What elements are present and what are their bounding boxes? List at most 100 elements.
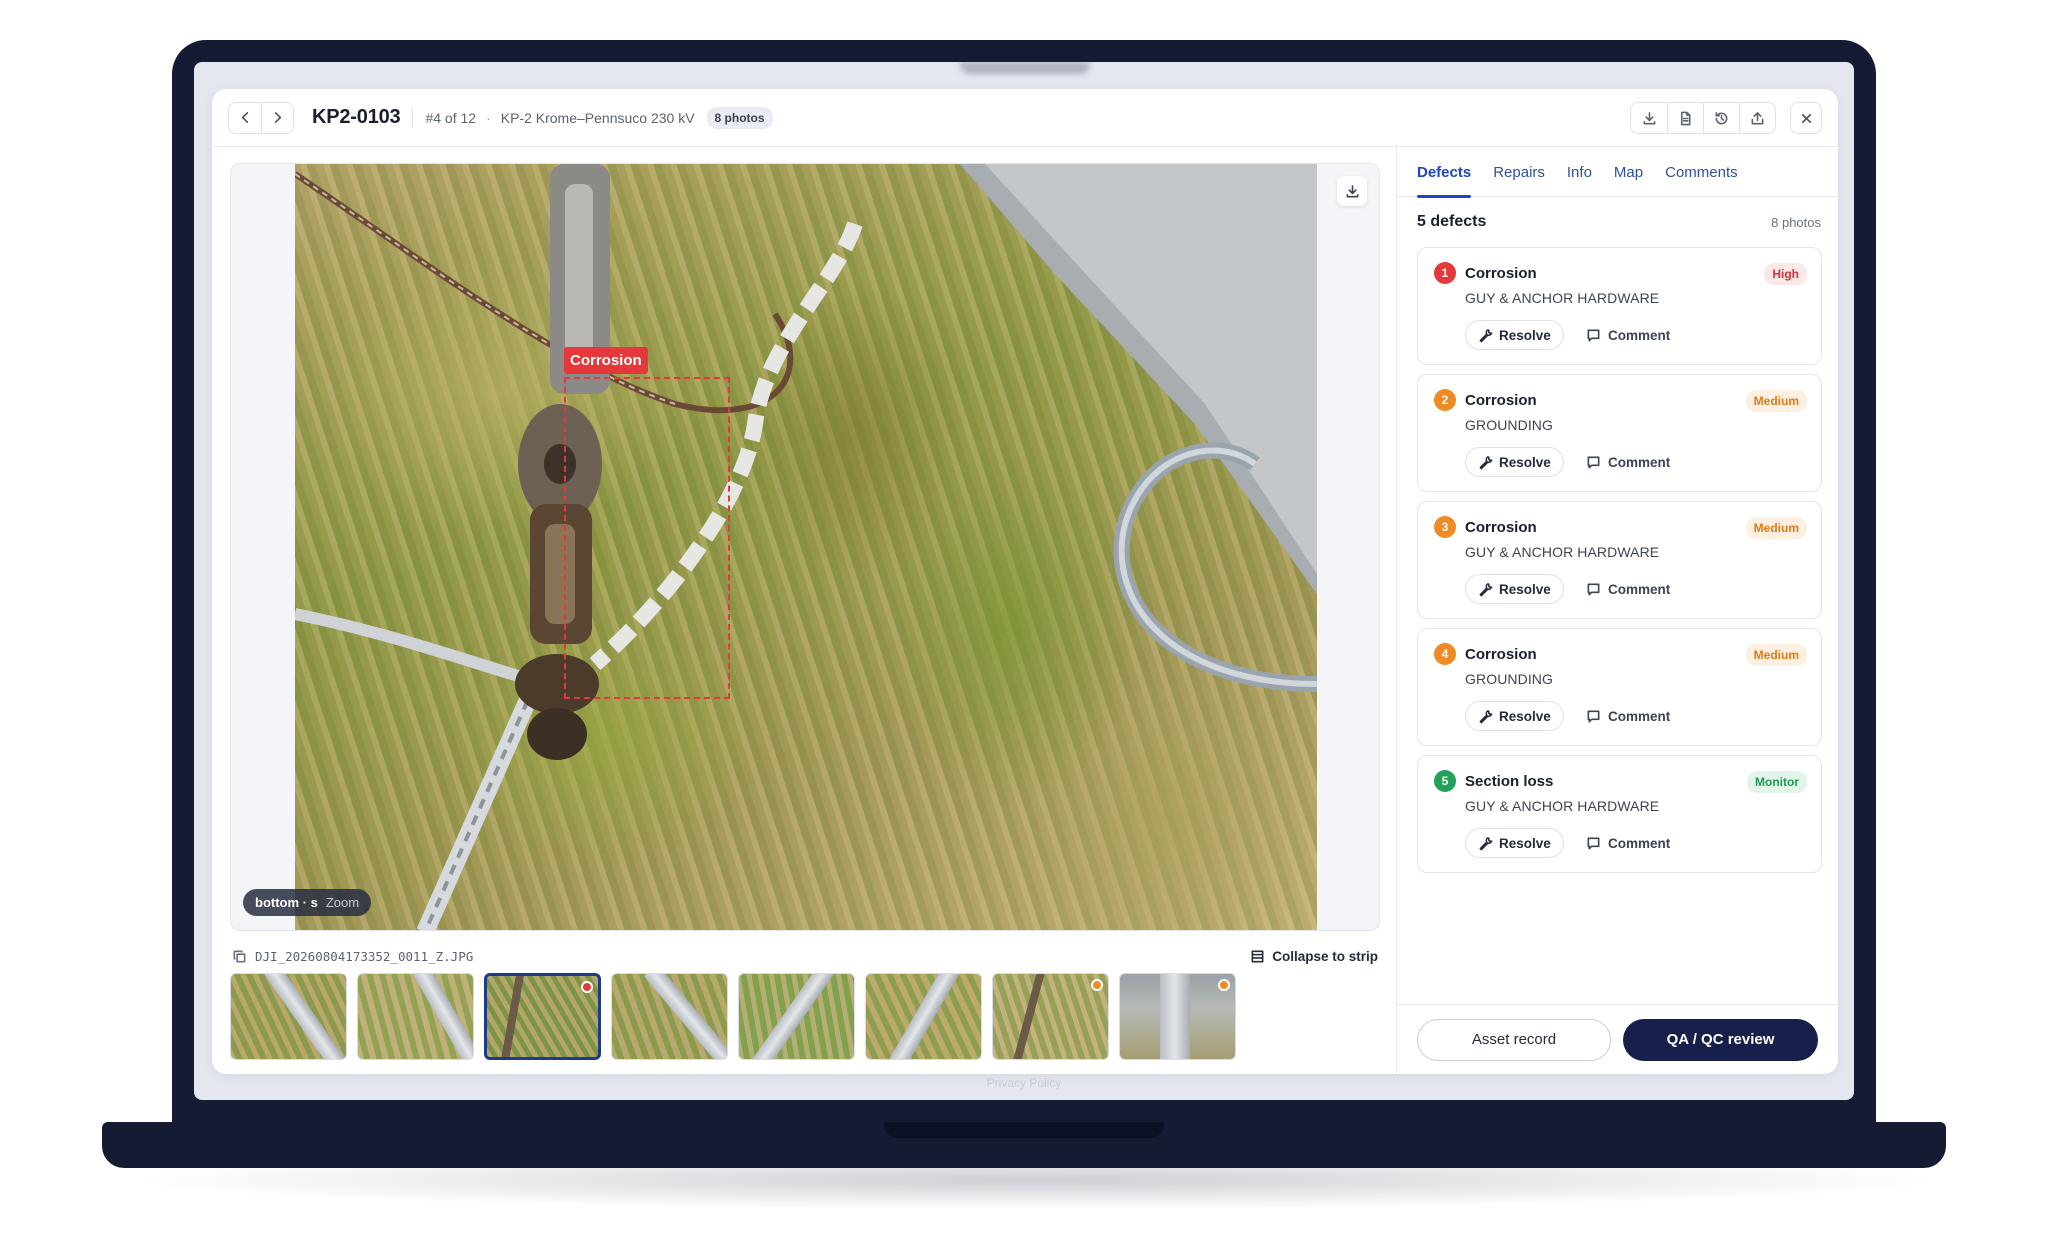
asset-position: #4 of 12	[425, 109, 477, 126]
header: KP2-0103 #4 of 12 · KP-2 Krome–Pennsuco …	[212, 89, 1838, 147]
defect-component: GROUNDING	[1465, 417, 1554, 433]
share-icon	[1751, 111, 1764, 124]
tab-comments[interactable]: Comments	[1665, 147, 1738, 197]
line-name: KP-2 Krome–Pennsuco 230 kV	[500, 109, 695, 126]
page-title: KP2-0103	[312, 106, 401, 128]
comment-label: Comment	[1608, 581, 1671, 597]
defect-title: Corrosion	[1465, 646, 1537, 663]
photo-viewer[interactable]: Corrosion bottom · s Zoom	[230, 163, 1380, 931]
next-button[interactable]	[261, 102, 293, 133]
filename-row: DJI_20260804173352_0011_Z.JPG Collapse t…	[232, 945, 1378, 967]
defect-title: Corrosion	[1465, 519, 1537, 536]
thumbnail-2[interactable]	[357, 973, 474, 1060]
severity-badge: Medium	[1745, 517, 1807, 539]
photo-scene	[295, 164, 1317, 930]
defect-card[interactable]: 2 Corrosion GROUNDING Medium Resolve Com…	[1417, 374, 1822, 492]
copy-icon[interactable]	[232, 949, 247, 964]
download-button[interactable]	[1631, 103, 1667, 133]
defect-number: 3	[1434, 516, 1456, 538]
defect-title: Corrosion	[1465, 265, 1537, 282]
tab-defects[interactable]: Defects	[1417, 147, 1472, 198]
prev-button[interactable]	[229, 102, 261, 133]
severity-badge: Monitor	[1747, 771, 1807, 793]
defect-card[interactable]: 4 Corrosion GROUNDING Medium Resolve Com…	[1417, 628, 1822, 746]
privacy-policy-link[interactable]: Privacy Policy	[194, 1076, 1854, 1090]
comment-icon	[1587, 456, 1600, 468]
tab-map[interactable]: Map	[1614, 147, 1643, 197]
thumbnail-5[interactable]	[738, 973, 855, 1060]
resolve-button[interactable]: Resolve	[1465, 447, 1564, 477]
resolve-button[interactable]: Resolve	[1465, 320, 1564, 350]
comment-button[interactable]: Comment	[1586, 574, 1670, 604]
close-icon	[1801, 113, 1811, 123]
collapse-to-strip-button[interactable]: Collapse to strip	[1250, 949, 1378, 964]
tab-info[interactable]: Info	[1567, 147, 1592, 197]
resolve-button[interactable]: Resolve	[1465, 828, 1564, 858]
comment-icon	[1587, 837, 1600, 849]
share-button[interactable]	[1739, 103, 1775, 133]
severity-badge: High	[1764, 263, 1807, 285]
details-panel: Defects Repairs Info Map Comments 5 defe…	[1396, 147, 1838, 1074]
document-icon	[1680, 111, 1691, 125]
chevron-left-icon	[241, 112, 248, 123]
thumbnail-8[interactable]	[1119, 973, 1236, 1060]
comment-label: Comment	[1608, 835, 1671, 851]
resolve-button[interactable]: Resolve	[1465, 574, 1564, 604]
defect-component: GUY & ANCHOR HARDWARE	[1465, 290, 1660, 306]
thumbnail-strip	[230, 973, 1236, 1060]
comment-label: Comment	[1608, 327, 1671, 343]
comment-button[interactable]: Comment	[1586, 828, 1670, 858]
comment-button[interactable]: Comment	[1586, 447, 1670, 477]
asset-viewer-window: KP2-0103 #4 of 12 · KP-2 Krome–Pennsuco …	[212, 89, 1838, 1074]
laptop-base-notch	[884, 1122, 1164, 1138]
separator-dot: ·	[486, 109, 491, 126]
comment-button[interactable]: Comment	[1586, 320, 1670, 350]
defect-box-label: Corrosion	[564, 347, 648, 374]
thumbnail-1[interactable]	[230, 973, 347, 1060]
defect-card[interactable]: 3 Corrosion GUY & ANCHOR HARDWARE Medium…	[1417, 501, 1822, 619]
photo-download-button[interactable]	[1337, 176, 1367, 206]
toolbar	[1630, 102, 1822, 134]
tab-repairs[interactable]: Repairs	[1493, 147, 1545, 197]
collapse-label: Collapse to strip	[1272, 948, 1378, 964]
wrench-icon	[1479, 709, 1493, 723]
thumbnail-4[interactable]	[611, 973, 728, 1060]
defect-number: 1	[1434, 262, 1456, 284]
defect-card[interactable]: 1 Corrosion GUY & ANCHOR HARDWARE High R…	[1417, 247, 1822, 365]
wrench-icon	[1479, 836, 1493, 850]
severity-badge: Medium	[1745, 644, 1807, 666]
comment-label: Comment	[1608, 708, 1671, 724]
camera-notch	[960, 62, 1090, 74]
defect-bounding-box[interactable]	[564, 377, 730, 699]
resolve-button[interactable]: Resolve	[1465, 701, 1564, 731]
divider	[412, 108, 414, 127]
close-button[interactable]	[1790, 102, 1822, 134]
thumbnail-3[interactable]	[484, 973, 601, 1060]
defect-marker	[581, 981, 593, 993]
comment-label: Comment	[1608, 454, 1671, 470]
defect-component: GROUNDING	[1465, 671, 1554, 687]
thumbnail-7[interactable]	[992, 973, 1109, 1060]
thumbnail-6[interactable]	[865, 973, 982, 1060]
zoom-label: Zoom	[325, 895, 360, 910]
defect-card[interactable]: 5 Section loss GUY & ANCHOR HARDWARE Mon…	[1417, 755, 1822, 873]
comment-button[interactable]: Comment	[1586, 701, 1670, 731]
asset-record-button[interactable]: Asset record	[1417, 1018, 1612, 1061]
strip-icon	[1251, 950, 1264, 962]
zoom-indicator[interactable]: bottom · s Zoom	[243, 889, 372, 916]
inspection-photo[interactable]: Corrosion	[295, 164, 1317, 930]
defect-title: Section loss	[1465, 773, 1554, 790]
resolve-label: Resolve	[1499, 327, 1551, 343]
defect-number: 5	[1434, 770, 1456, 792]
toolbar-group	[1630, 102, 1776, 134]
defects-photo-count: 8 photos	[1771, 214, 1821, 230]
defects-count: 5 defects	[1417, 213, 1487, 230]
history-button[interactable]	[1703, 103, 1739, 133]
download-icon	[1643, 111, 1655, 124]
defect-number: 4	[1434, 643, 1456, 665]
qa-qc-review-button[interactable]: QA / QC review	[1623, 1018, 1818, 1061]
chevron-right-icon	[274, 112, 282, 123]
report-button[interactable]	[1667, 103, 1703, 133]
pager	[228, 101, 294, 134]
severity-badge: Medium	[1745, 390, 1807, 412]
